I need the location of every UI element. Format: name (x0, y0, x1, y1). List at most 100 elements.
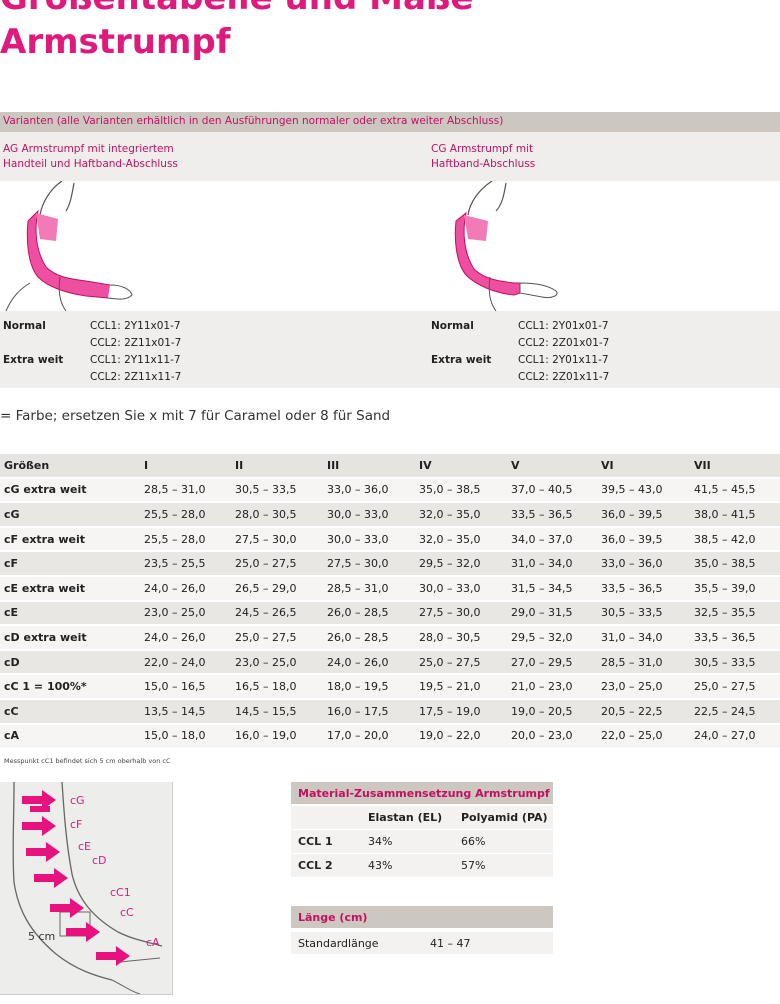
table-row: cG extra weit 28,5 – 31,0 30,5 – 33,5 33… (0, 478, 780, 504)
product-image-band (0, 181, 780, 311)
size-cell: 35,0 – 38,5 (690, 552, 780, 577)
cg-extra-ccl1: CCL1: 2Y01x11-7 (518, 354, 609, 366)
size-cell: 15,0 – 16,5 (140, 675, 231, 700)
size-cell: 30,0 – 33,0 (415, 576, 507, 602)
size-cell: 25,0 – 27,5 (231, 626, 323, 651)
ag-arm-illustration (5, 181, 133, 311)
size-cell: 27,5 – 30,0 (415, 601, 507, 627)
size-cell: 32,0 – 35,0 (415, 503, 507, 528)
measurement-diagram: cG cF cE cD cC1 cC cA 5 cm (0, 781, 173, 995)
size-cell: 26,5 – 29,0 (231, 576, 323, 602)
cg-normal-label: Normal (431, 320, 474, 332)
size-cell: 35,0 – 38,5 (415, 478, 507, 504)
size-row-label: cG extra weit (0, 478, 140, 504)
size-col-header: I (140, 454, 231, 479)
page-title-line1: Größentabelle und Maße (0, 0, 473, 18)
page-title-line2: Armstrumpf (0, 22, 231, 62)
size-cell: 21,0 – 23,0 (507, 675, 597, 700)
size-col-header: III (323, 454, 415, 479)
size-cell: 23,5 – 25,5 (140, 552, 231, 577)
size-cell: 25,5 – 28,0 (140, 527, 231, 553)
size-cell: 31,0 – 34,0 (597, 626, 690, 651)
material-col-pa: Polyamid (PA) (461, 811, 548, 824)
size-cell: 14,5 – 15,5 (231, 699, 323, 725)
size-col-header: IV (415, 454, 507, 479)
size-cell: 28,5 – 31,0 (140, 478, 231, 504)
table-row: cD 22,0 – 24,0 23,0 – 25,0 24,0 – 26,0 2… (0, 650, 780, 676)
cg-title-line2: Haftband-Abschluss (431, 158, 536, 170)
size-cell: 25,5 – 28,0 (140, 503, 231, 528)
size-row-label: cC 1 = 100%* (0, 675, 140, 700)
diagram-label-c1: cC1 (110, 886, 131, 899)
material-el-value: 43% (368, 859, 393, 872)
size-cell: 17,5 – 19,0 (415, 699, 507, 725)
size-col-header: VI (597, 454, 690, 479)
diagram-label-e: cE (78, 840, 91, 853)
cg-arm-illustration (454, 181, 558, 311)
size-cell: 30,0 – 33,0 (323, 527, 415, 553)
size-cell: 17,0 – 20,0 (323, 724, 415, 750)
size-row-label: cF extra weit (0, 527, 140, 553)
size-cell: 24,0 – 26,0 (323, 650, 415, 676)
size-cell: 22,5 – 24,5 (690, 699, 780, 725)
variants-heading: Varianten (alle Varianten erhältlich in … (3, 115, 504, 127)
size-row-label: cG (0, 503, 140, 528)
size-cell: 27,0 – 29,5 (507, 650, 597, 676)
material-heading-bar: Material-Zusammensetzung Armstrumpf (291, 782, 553, 804)
material-row: CCL 2 43% 57% (291, 854, 553, 878)
ag-title-line1: AG Armstrumpf mit integriertem (3, 143, 174, 155)
size-cell: 37,0 – 40,5 (507, 478, 597, 504)
size-row-label: cD extra weit (0, 626, 140, 651)
size-cell: 13,5 – 14,5 (140, 699, 231, 725)
size-cell: 15,0 – 18,0 (140, 724, 231, 750)
diagram-label-g: cG (70, 794, 85, 807)
size-cell: 33,5 – 36,5 (507, 503, 597, 528)
size-cell: 19,5 – 21,0 (415, 675, 507, 700)
size-cell: 23,0 – 25,0 (231, 650, 323, 676)
diagram-label-c: cC (120, 906, 134, 919)
ag-extra-label: Extra weit (3, 354, 64, 366)
size-col-header: V (507, 454, 597, 479)
cg-title-line1: CG Armstrumpf mit (431, 143, 534, 155)
ag-extra-ccl2: CCL2: 2Z11x11-7 (90, 371, 182, 383)
size-cell: 33,0 – 36,0 (597, 552, 690, 577)
ag-extra-ccl1: CCL1: 2Y11x11-7 (90, 354, 181, 366)
size-cell: 16,0 – 17,5 (323, 699, 415, 725)
size-cell: 28,5 – 31,0 (323, 576, 415, 602)
material-row-label: CCL 1 (298, 835, 333, 848)
length-row: Standardlänge 41 – 47 (291, 932, 553, 954)
diagram-label-a: cA (146, 936, 160, 949)
size-cell: 36,0 – 39,5 (597, 527, 690, 553)
variants-heading-bar: Varianten (alle Varianten erhältlich in … (0, 112, 780, 132)
footnote: Messpunkt cC1 befindet sich 5 cm oberhal… (4, 757, 171, 765)
size-cell: 28,0 – 30,5 (231, 503, 323, 528)
variants-panel: Varianten (alle Varianten erhältlich in … (0, 112, 780, 388)
size-cell: 33,0 – 36,0 (323, 478, 415, 504)
material-row-label: CCL 2 (298, 859, 333, 872)
cg-extra-label: Extra weit (431, 354, 492, 366)
size-row-label: cF (0, 552, 140, 577)
size-cell: 19,0 – 22,0 (415, 724, 507, 750)
size-row-label: cE extra weit (0, 576, 140, 602)
size-col-header: VII (690, 454, 780, 479)
ag-normal-ccl2: CCL2: 2Z11x01-7 (90, 337, 182, 349)
size-col-header: Größen (0, 454, 140, 479)
table-row: cE extra weit 24,0 – 26,0 26,5 – 29,0 28… (0, 576, 780, 602)
size-cell: 30,5 – 33,5 (690, 650, 780, 676)
size-row-label: cC (0, 699, 140, 725)
ag-title: AG Armstrumpf mit integriertem Handteil … (3, 142, 178, 172)
table-row: cF extra weit 25,5 – 28,0 27,5 – 30,0 30… (0, 527, 780, 553)
size-cell: 30,5 – 33,5 (231, 478, 323, 504)
size-cell: 20,5 – 22,5 (597, 699, 690, 725)
size-cell: 41,5 – 45,5 (690, 478, 780, 504)
size-cell: 25,0 – 27,5 (231, 552, 323, 577)
table-row: cD extra weit 24,0 – 26,0 25,0 – 27,5 26… (0, 626, 780, 651)
material-pa-value: 57% (461, 859, 486, 872)
size-cell: 32,5 – 35,5 (690, 601, 780, 627)
size-cell: 18,0 – 19,5 (323, 675, 415, 700)
table-row: cF 23,5 – 25,5 25,0 – 27,5 27,5 – 30,0 2… (0, 552, 780, 577)
size-cell: 33,5 – 36,5 (690, 626, 780, 651)
size-cell: 23,0 – 25,0 (597, 675, 690, 700)
size-cell: 28,5 – 31,0 (597, 650, 690, 676)
size-cell: 29,0 – 31,5 (507, 601, 597, 627)
